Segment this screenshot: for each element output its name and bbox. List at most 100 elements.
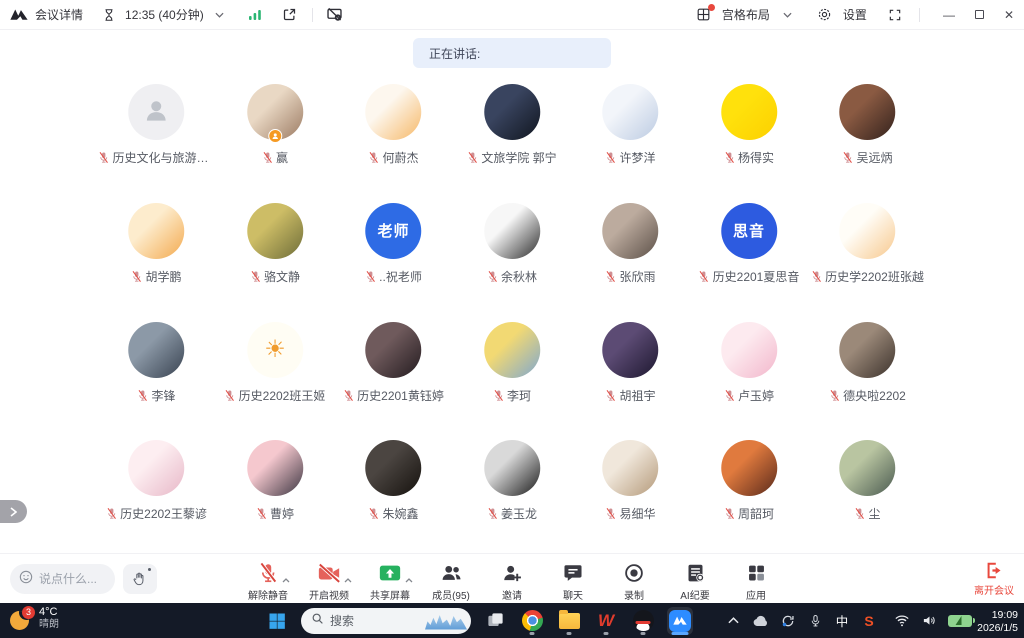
participant-tile[interactable]: 胡祖宇: [571, 322, 690, 441]
participant-name: 赢: [276, 149, 288, 166]
wps-icon[interactable]: W: [593, 607, 619, 635]
participant-name: 曹婷: [270, 505, 294, 522]
tray-expand-icon[interactable]: [725, 617, 741, 624]
chevron-up-icon[interactable]: [405, 570, 413, 588]
taskbar-clock[interactable]: 19:09 2026/1/5: [977, 609, 1018, 635]
weather-widget[interactable]: 3 4°C 晴朗: [10, 606, 59, 631]
avatar: [247, 203, 303, 259]
hand-button-dot: [148, 568, 151, 571]
participant-tile[interactable]: 历史2201黄钰婷: [334, 322, 453, 441]
participant-tile[interactable]: 张欣雨: [571, 203, 690, 322]
close-button[interactable]: ✕: [1004, 8, 1014, 22]
network-signal-icon[interactable]: [246, 6, 264, 24]
layout-grid-icon[interactable]: [695, 6, 713, 24]
unmute-button[interactable]: 解除静音: [246, 562, 290, 602]
chevron-down-icon[interactable]: [779, 6, 797, 24]
invite-button[interactable]: 邀请: [490, 562, 534, 602]
avatar: [603, 322, 659, 378]
search-input[interactable]: [330, 614, 419, 628]
apps-button[interactable]: 应用: [734, 562, 778, 602]
tencent-meeting-taskbar-icon[interactable]: [667, 607, 693, 635]
participant-tile[interactable]: 朱婉鑫: [334, 440, 453, 559]
speaker-icon[interactable]: [921, 614, 937, 627]
participant-tile[interactable]: 历史学2202班张越: [808, 203, 927, 322]
participant-tile[interactable]: 历史文化与旅游学...: [97, 84, 216, 203]
participant-tile[interactable]: 尘: [808, 440, 927, 559]
maximize-button[interactable]: [975, 8, 984, 22]
muted-mic-icon: [724, 507, 735, 520]
active-app-indicator: [672, 632, 689, 635]
settings-button[interactable]: 设置: [843, 6, 867, 23]
participant-tile[interactable]: 思音历史2201夏思音: [690, 203, 809, 322]
members-button[interactable]: 成员(95): [429, 562, 473, 602]
avatar: 老师: [366, 203, 422, 259]
task-view-icon[interactable]: [482, 607, 508, 635]
record-button[interactable]: 录制: [612, 562, 656, 602]
participant-tile[interactable]: 易细华: [571, 440, 690, 559]
quick-chat-pill[interactable]: [10, 564, 115, 594]
fullscreen-icon[interactable]: [886, 6, 904, 24]
participant-tile[interactable]: 曹婷: [216, 440, 335, 559]
sogou-input-icon[interactable]: S: [861, 613, 877, 629]
chevron-up-icon[interactable]: [282, 570, 290, 588]
gear-icon[interactable]: [816, 6, 834, 24]
participant-tile[interactable]: 杨得实: [690, 84, 809, 203]
taskbar-search[interactable]: [301, 608, 471, 634]
input-method-indicator[interactable]: 中: [834, 611, 850, 630]
video-button[interactable]: 开启视频: [307, 562, 351, 602]
participant-tile[interactable]: 赢: [216, 84, 335, 203]
participant-tile[interactable]: 姜玉龙: [453, 440, 572, 559]
wifi-icon[interactable]: [894, 614, 910, 627]
expand-panel-button[interactable]: [0, 500, 27, 523]
chevron-up-icon[interactable]: [344, 570, 352, 588]
participant-tile[interactable]: 余秋林: [453, 203, 572, 322]
participant-tile[interactable]: 历史2202王藜谚: [97, 440, 216, 559]
search-icon: [311, 612, 324, 630]
quick-chat-input[interactable]: [39, 572, 109, 586]
muted-mic-icon: [605, 507, 616, 520]
chat-button[interactable]: 聊天: [551, 562, 595, 602]
participant-tile[interactable]: 李珂: [453, 322, 572, 441]
share-window-icon[interactable]: [281, 6, 299, 24]
cloud-icon[interactable]: [752, 615, 769, 627]
participant-tile[interactable]: 文旅学院 郭宁: [453, 84, 572, 203]
chevron-down-icon[interactable]: [211, 6, 229, 24]
file-explorer-icon[interactable]: [556, 607, 582, 635]
leave-meeting-button[interactable]: 离开会议: [974, 561, 1014, 597]
battery-icon[interactable]: [948, 615, 972, 627]
ai-button[interactable]: AI纪要: [673, 562, 717, 602]
participant-name: ..祝老师: [379, 268, 422, 285]
raise-hand-button[interactable]: [123, 564, 157, 594]
avatar: [484, 203, 540, 259]
participant-tile[interactable]: 许梦洋: [571, 84, 690, 203]
participant-tile[interactable]: 吴远炳: [808, 84, 927, 203]
avatar: [840, 84, 896, 140]
emoji-icon[interactable]: [18, 569, 34, 590]
meeting-timer[interactable]: 12:35 (40分钟): [125, 6, 204, 23]
participant-tile[interactable]: 周韶珂: [690, 440, 809, 559]
muted-mic-icon: [137, 389, 148, 402]
participant-tile[interactable]: 老师 ..祝老师: [334, 203, 453, 322]
participant-tile[interactable]: 德央啦2202: [808, 322, 927, 441]
recording-disabled-icon[interactable]: [326, 6, 344, 24]
start-button[interactable]: [264, 607, 290, 635]
share-button[interactable]: 共享屏幕: [368, 562, 412, 602]
search-highlight-image: [425, 612, 467, 630]
speaking-banner-text: 正在讲话:: [429, 45, 480, 62]
participant-tile[interactable]: 卢玉婷: [690, 322, 809, 441]
microphone-tray-icon[interactable]: [807, 614, 823, 628]
participant-tile[interactable]: 骆文静: [216, 203, 335, 322]
participant-name: 张欣雨: [619, 268, 655, 285]
minimize-button[interactable]: —: [943, 8, 955, 22]
chrome-icon[interactable]: [519, 607, 545, 635]
participant-tile[interactable]: 胡学鹏: [97, 203, 216, 322]
muted-mic-icon: [605, 389, 616, 402]
qq-icon[interactable]: [630, 607, 656, 635]
participant-name: 文旅学院 郭宁: [481, 149, 556, 166]
meeting-details-button[interactable]: 会议详情: [35, 6, 83, 23]
layout-button[interactable]: 宫格布局: [722, 6, 770, 23]
sync-icon[interactable]: [780, 614, 796, 628]
participant-tile[interactable]: 李锋: [97, 322, 216, 441]
participant-tile[interactable]: 何蔚杰: [334, 84, 453, 203]
participant-tile[interactable]: ☀历史2202班王姬: [216, 322, 335, 441]
